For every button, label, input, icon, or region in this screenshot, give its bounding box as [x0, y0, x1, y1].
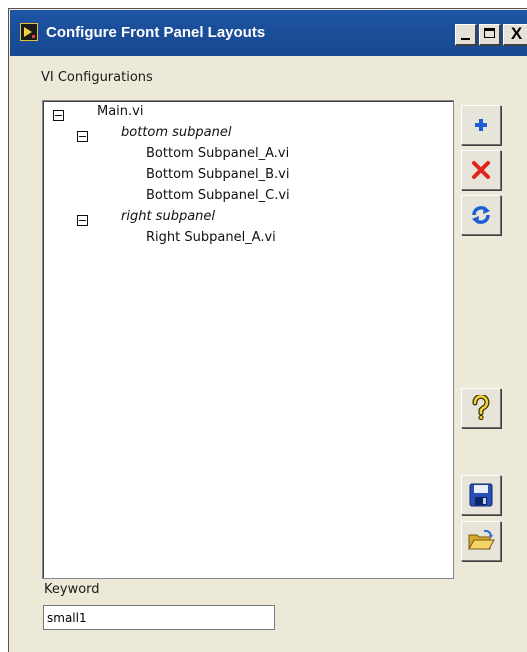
tree-item-main[interactable]: Main.vi	[97, 104, 143, 119]
window-title: Configure Front Panel Layouts	[46, 24, 266, 41]
keyword-input[interactable]	[43, 605, 275, 630]
tree-item-bottom-subpanel-b[interactable]: Bottom Subpanel_B.vi	[146, 167, 289, 182]
red-x-icon	[472, 161, 490, 179]
dialog-window: Configure Front Panel Layouts X VI Confi…	[8, 8, 527, 652]
plus-icon	[475, 119, 487, 131]
refresh-icon	[472, 206, 490, 224]
close-icon: X	[510, 24, 523, 43]
vi-configurations-label: VI Configurations	[41, 70, 153, 85]
maximize-button[interactable]	[479, 24, 501, 46]
add-button[interactable]	[461, 105, 501, 145]
floppy-disk-icon	[469, 483, 493, 507]
refresh-button[interactable]	[461, 195, 501, 235]
collapse-toggle-bottom-subpanel[interactable]	[77, 131, 88, 142]
title-bar[interactable]: Configure Front Panel Layouts X	[10, 10, 527, 56]
open-button[interactable]	[461, 521, 501, 561]
maximize-icon	[484, 28, 495, 38]
delete-button[interactable]	[461, 150, 501, 190]
open-folder-icon	[468, 529, 495, 550]
collapse-toggle-right-subpanel[interactable]	[77, 215, 88, 226]
help-button[interactable]	[461, 388, 501, 428]
tree-item-right-subpanel[interactable]: right subpanel	[121, 209, 215, 224]
tree-item-bottom-subpanel-c[interactable]: Bottom Subpanel_C.vi	[146, 188, 290, 203]
save-button[interactable]	[461, 475, 501, 515]
tree-item-bottom-subpanel[interactable]: bottom subpanel	[121, 125, 231, 140]
labview-app-icon	[20, 23, 38, 41]
tree-item-bottom-subpanel-a[interactable]: Bottom Subpanel_A.vi	[146, 146, 289, 161]
keyword-label: Keyword	[44, 582, 100, 597]
minimize-button[interactable]	[455, 24, 477, 46]
vi-configurations-tree[interactable]: Main.vi bottom subpanel Bottom Subpanel_…	[42, 100, 454, 579]
tree-item-right-subpanel-a[interactable]: Right Subpanel_A.vi	[146, 230, 276, 245]
minimize-icon	[461, 38, 470, 40]
close-button[interactable]: X	[503, 24, 527, 46]
collapse-toggle-main[interactable]	[53, 110, 64, 121]
help-question-icon	[472, 395, 490, 421]
